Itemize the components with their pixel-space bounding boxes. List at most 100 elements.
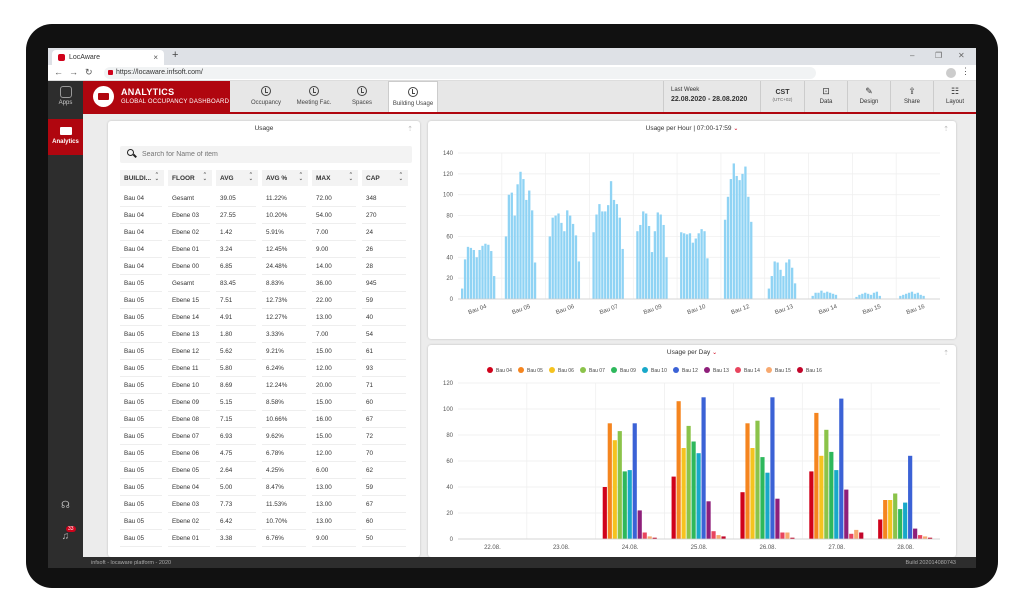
row-divider — [120, 427, 162, 428]
bar — [864, 293, 866, 299]
column-header[interactable]: BUILDI...⌃⌄ — [120, 170, 164, 186]
row-divider — [216, 376, 256, 377]
bar — [750, 222, 752, 299]
table-row[interactable]: Bau 05Ebene 064.756.78%12.0070 — [120, 446, 412, 463]
table-cell: 7.73 — [220, 501, 232, 508]
table-row[interactable]: Bau 05Ebene 144.9112.27%13.0040 — [120, 310, 412, 327]
sort-icon[interactable]: ⌃⌄ — [349, 173, 353, 181]
table-cell: Ebene 04 — [172, 484, 199, 491]
minimize-icon[interactable]: – — [910, 51, 914, 60]
row-divider — [262, 529, 306, 530]
sort-icon[interactable]: ⌃⌄ — [249, 173, 253, 181]
browser-menu-icon[interactable]: ⋮ — [961, 66, 970, 77]
share-button[interactable]: ⇪ Share — [890, 81, 933, 112]
table-row[interactable]: Bau 05Ebene 108.6912.24%20.0071 — [120, 378, 412, 395]
back-icon[interactable]: ← — [54, 67, 63, 77]
bar — [785, 263, 787, 300]
bar — [858, 295, 860, 299]
tab-occupancy[interactable]: Occupancy — [242, 81, 290, 112]
table-row[interactable]: Bau 05Ebene 087.1510.66%16.0067 — [120, 412, 412, 429]
table-cell: 9.00 — [316, 246, 328, 253]
y-tick-label: 120 — [443, 172, 454, 178]
tab-building-usage[interactable]: Building Usage — [388, 81, 438, 112]
table-cell: 72.00 — [316, 195, 332, 202]
table-row[interactable]: Bau 05Ebene 037.7311.53%13.0067 — [120, 497, 412, 514]
bar — [473, 250, 475, 299]
bar — [834, 470, 838, 539]
sort-icon[interactable]: ⌃⌄ — [155, 173, 159, 181]
close-window-icon[interactable]: ✕ — [958, 51, 965, 60]
table-cell: Ebene 03 — [172, 212, 199, 219]
forward-icon[interactable]: → — [69, 67, 78, 77]
table-row[interactable]: Bau 04Ebene 006.8524.48%14.0028 — [120, 259, 412, 276]
table-row[interactable]: Bau 04Ebene 021.425.91%7.0024 — [120, 225, 412, 242]
restore-icon[interactable]: ❐ — [935, 51, 942, 60]
table-row[interactable]: Bau 05Ebene 026.4210.70%13.0060 — [120, 514, 412, 531]
address-bar-row: ← → ↻ https://locaware.infsoft.com/ ⋮ — [48, 65, 976, 81]
tab-meeting-fac[interactable]: Meeting Fac. — [290, 81, 338, 112]
table-cell: 13.00 — [316, 518, 332, 525]
row-divider — [168, 512, 210, 513]
table-cell: Bau 04 — [124, 212, 144, 219]
bar — [893, 494, 897, 540]
bar — [578, 261, 580, 299]
y-tick-label: 0 — [450, 297, 454, 303]
profile-icon[interactable] — [946, 68, 956, 78]
column-header[interactable]: MAX⌃⌄ — [312, 170, 358, 186]
bar — [771, 276, 773, 299]
column-header[interactable]: FLOOR⌃⌄ — [168, 170, 212, 186]
table-row[interactable]: Bau 05Ebene 076.939.62%15.0072 — [120, 429, 412, 446]
browser-tab[interactable]: LocAware × — [52, 50, 164, 65]
nav-apps[interactable]: Apps — [48, 81, 83, 114]
timezone-selector[interactable]: CST (UTC+02) — [760, 81, 804, 112]
pin-icon[interactable]: ⇡ — [407, 125, 413, 133]
row-divider — [168, 376, 210, 377]
row-divider — [168, 461, 210, 462]
bar — [898, 509, 902, 539]
close-tab-icon[interactable]: × — [153, 53, 158, 62]
bell-icon[interactable]: ♫ — [60, 531, 71, 542]
table-row[interactable]: Bau 04Ebene 013.2412.45%9.0026 — [120, 242, 412, 259]
table-row[interactable]: Bau 05Ebene 045.008.47%13.0059 — [120, 480, 412, 497]
table-cell: Bau 04 — [124, 246, 144, 253]
table-cell: 7.15 — [220, 416, 232, 423]
bar — [636, 231, 638, 299]
data-button[interactable]: ⊡ Data — [804, 81, 847, 112]
layout-button[interactable]: ☷ Layout — [933, 81, 976, 112]
sort-icon[interactable]: ⌃⌄ — [399, 173, 403, 181]
column-header[interactable]: AVG %⌃⌄ — [262, 170, 308, 186]
table-cell: 270 — [366, 212, 377, 219]
table-cell: 72 — [366, 433, 373, 440]
column-header[interactable]: CAP⌃⌄ — [362, 170, 408, 186]
table-row[interactable]: Bau 05Ebene 052.644.25%6.0062 — [120, 463, 412, 480]
bar — [531, 210, 533, 299]
table-row[interactable]: Bau 04Ebene 0327.5510.20%54.00270 — [120, 208, 412, 225]
bar — [776, 263, 778, 300]
design-button[interactable]: ✎ Design — [847, 81, 890, 112]
table-row[interactable]: Bau 05Gesamt83.458.83%36.00945 — [120, 276, 412, 293]
reload-icon[interactable]: ↻ — [85, 67, 93, 78]
sort-icon[interactable]: ⌃⌄ — [203, 173, 207, 181]
url-field[interactable]: https://locaware.infsoft.com/ — [104, 67, 816, 79]
table-row[interactable]: Bau 05Ebene 125.629.21%15.0061 — [120, 344, 412, 361]
tab-spaces[interactable]: Spaces — [338, 81, 386, 112]
table-row[interactable]: Bau 05Ebene 013.386.76%9.0050 — [120, 531, 412, 548]
table-cell: 71 — [366, 382, 373, 389]
date-range-picker[interactable]: Last Week 22.08.2020 - 28.08.2020 — [663, 81, 760, 112]
support-icon[interactable]: ☊ — [60, 500, 71, 511]
table-row[interactable]: Bau 05Ebene 157.5112.73%22.0059 — [120, 293, 412, 310]
bar — [476, 257, 478, 299]
column-header[interactable]: AVG⌃⌄ — [216, 170, 258, 186]
bar — [899, 296, 901, 299]
nav-analytics[interactable]: Analytics — [48, 119, 83, 155]
row-divider — [168, 308, 210, 309]
table-row[interactable]: Bau 05Ebene 115.806.24%12.0093 — [120, 361, 412, 378]
table-row[interactable]: Bau 05Ebene 095.158.58%15.0060 — [120, 395, 412, 412]
table-cell: Bau 04 — [124, 229, 144, 236]
table-row[interactable]: Bau 05Ebene 131.803.33%7.0054 — [120, 327, 412, 344]
row-divider — [312, 495, 356, 496]
search-input[interactable] — [142, 149, 402, 160]
new-tab-button[interactable]: + — [172, 49, 178, 61]
table-row[interactable]: Bau 04Gesamt39.0511.22%72.00348 — [120, 191, 412, 208]
sort-icon[interactable]: ⌃⌄ — [299, 173, 303, 181]
